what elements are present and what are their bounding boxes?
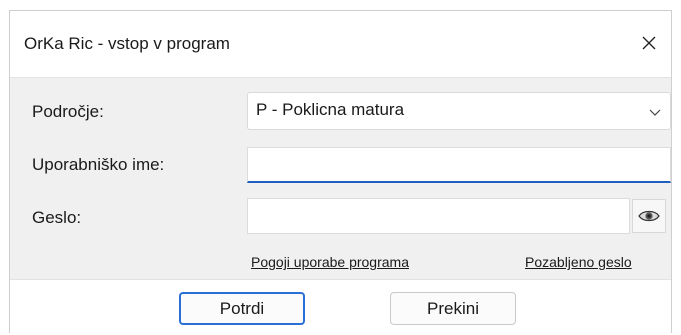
forgot-password-link[interactable]: Pozabljeno geslo xyxy=(525,254,632,270)
form-area: Področje: P - Poklicna matura Uporabnišk… xyxy=(10,77,671,280)
close-icon xyxy=(642,36,656,50)
dialog-footer: Potrdi Prekini xyxy=(10,279,671,335)
username-field-box xyxy=(247,147,671,183)
eye-icon xyxy=(638,210,660,222)
area-select-value: P - Poklicna matura xyxy=(256,100,405,119)
cancel-button[interactable]: Prekini xyxy=(390,292,516,325)
title-bar: OrKa Ric - vstop v program xyxy=(10,11,671,77)
login-dialog: OrKa Ric - vstop v program Področje: P -… xyxy=(9,10,672,335)
password-label: Geslo: xyxy=(32,208,82,227)
password-input[interactable] xyxy=(248,199,629,233)
username-input[interactable] xyxy=(248,148,670,181)
area-label: Področje: xyxy=(32,102,104,121)
username-label: Uporabniško ime: xyxy=(32,155,165,174)
window-title: OrKa Ric - vstop v program xyxy=(24,34,230,53)
close-button[interactable] xyxy=(631,27,667,59)
terms-link[interactable]: Pogoji uporabe programa xyxy=(251,254,409,270)
password-field-box xyxy=(247,198,630,234)
confirm-button[interactable]: Potrdi xyxy=(179,292,305,325)
chevron-down-icon xyxy=(649,109,661,116)
area-select[interactable]: P - Poklicna matura xyxy=(247,92,671,130)
show-password-button[interactable] xyxy=(632,199,666,233)
